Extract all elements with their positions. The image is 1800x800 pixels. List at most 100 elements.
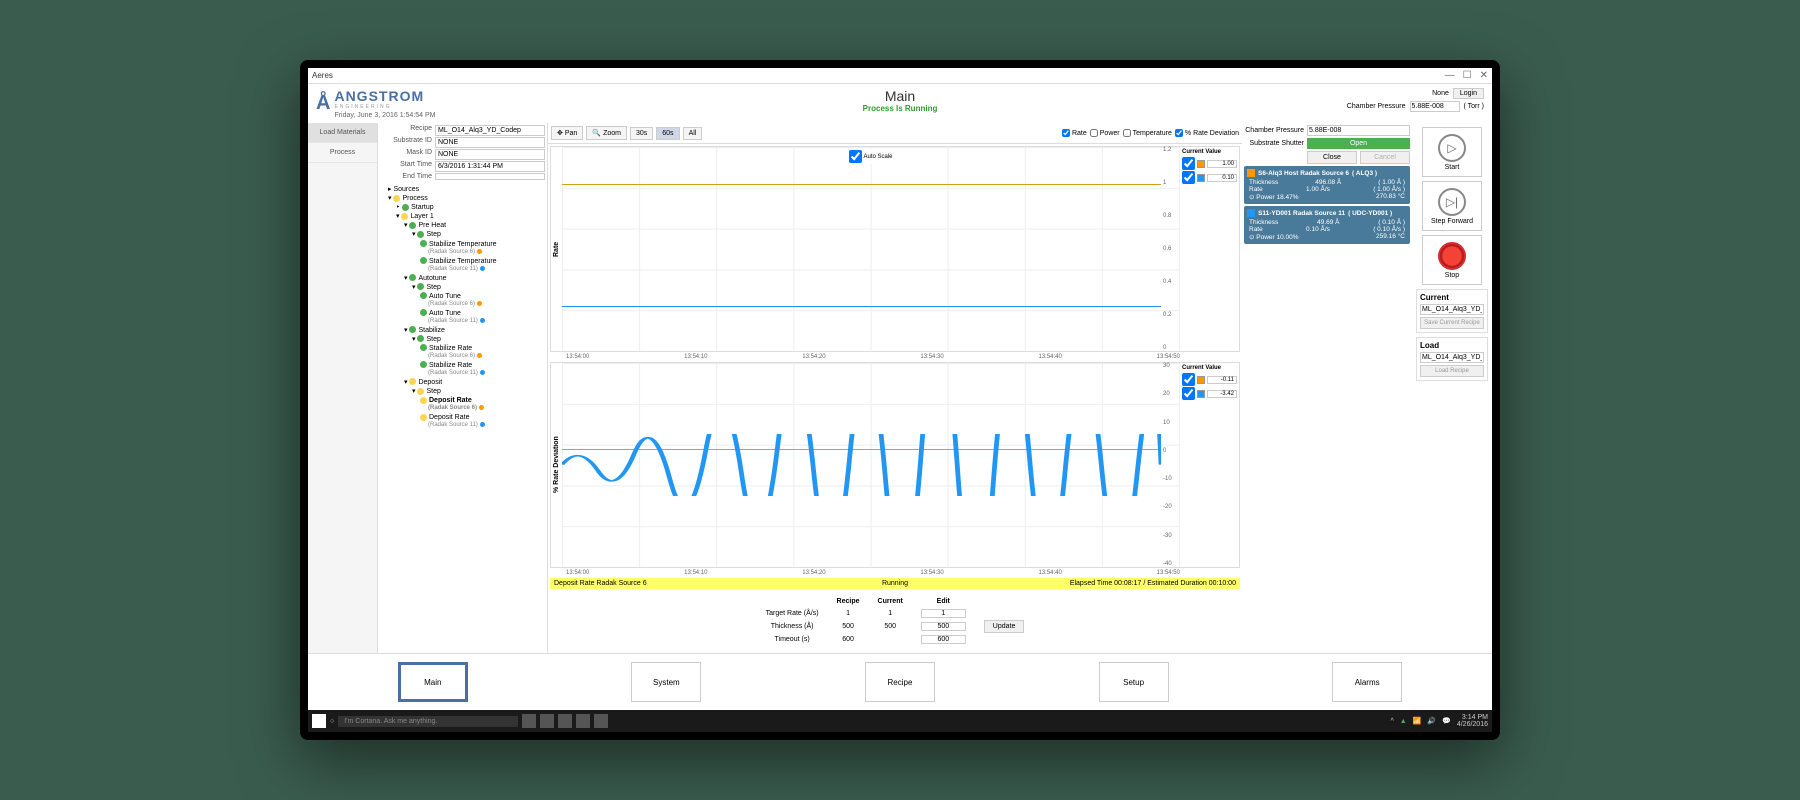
source-card-s11[interactable]: S11-YD001 Radak Source 11 ( UDC-YD001 ) … [1244, 206, 1410, 244]
end-time-value [435, 173, 545, 180]
login-button[interactable]: Login [1453, 88, 1484, 99]
thickness-input[interactable] [921, 622, 966, 631]
swatch-icon [1197, 174, 1205, 182]
status-strip: Deposit Rate Radak Source 6 Running Elap… [550, 578, 1240, 589]
pan-button[interactable]: ✥Pan [551, 126, 583, 140]
current-recipe-panel: Current Save Current Recipe [1416, 289, 1488, 333]
deviation-ylabel: % Rate Deviation [551, 363, 562, 567]
save-recipe-button[interactable]: Save Current Recipe [1420, 317, 1484, 329]
range-all-button[interactable]: All [683, 127, 703, 140]
tray-notification-icon[interactable]: 💬 [1442, 717, 1451, 725]
status-left: Deposit Rate Radak Source 6 [554, 580, 781, 587]
mask-id-label: Mask ID [380, 149, 435, 160]
taskbar-app-icon[interactable] [558, 714, 572, 728]
taskbar-app-icon[interactable] [522, 714, 536, 728]
autoscale-toggle[interactable]: Auto Scale [845, 149, 895, 164]
substrate-shutter-value: Open [1307, 138, 1410, 149]
tab-alarms[interactable]: Alarms [1332, 662, 1402, 702]
tray-network-icon[interactable]: 📶 [1413, 717, 1422, 725]
deviation-xticks: 13:54:0013:54:1013:54:2013:54:3013:54:40… [550, 570, 1240, 576]
left-nav: Load Materials Process [308, 123, 378, 653]
rate-xticks: 13:54:0013:54:1013:54:2013:54:3013:54:40… [550, 354, 1240, 360]
rate-ylabel: Rate [551, 147, 562, 351]
swatch-icon [1197, 390, 1205, 398]
process-tree[interactable]: ▸ Sources ▾ Process ‣ Startup ▾ Layer 1 … [378, 183, 547, 653]
load-recipe-panel: Load Load Recipe [1416, 337, 1488, 381]
shutter-close-button[interactable]: Close [1307, 151, 1357, 164]
brand-date: Friday, June 3, 2016 1:54:54 PM [334, 112, 435, 119]
pan-icon: ✥ [557, 129, 563, 137]
taskbar-app-icon[interactable] [576, 714, 590, 728]
tab-system[interactable]: System [631, 662, 701, 702]
brand-name: ANGSTROM [334, 88, 435, 104]
taskbar-app-icon[interactable] [594, 714, 608, 728]
maximize-icon[interactable]: ☐ [1463, 70, 1472, 81]
range-30s-button[interactable]: 30s [630, 127, 653, 140]
step-forward-icon: ▷| [1438, 188, 1466, 216]
load-recipe-select[interactable] [1420, 352, 1484, 363]
stop-icon [1438, 242, 1466, 270]
status-mid: Running [781, 580, 1008, 587]
timeout-input[interactable] [921, 635, 966, 644]
mask-id-value[interactable]: NONE [435, 149, 545, 160]
temperature-checkbox[interactable]: Temperature [1123, 129, 1172, 137]
taskbar-date[interactable]: 4/26/2016 [1457, 721, 1488, 728]
stop-button[interactable]: Stop [1422, 235, 1482, 285]
zoom-button[interactable]: 🔍Zoom [586, 126, 627, 140]
windows-start-icon[interactable] [312, 714, 326, 728]
tray-icon[interactable]: ▲ [1400, 718, 1407, 725]
recipe-value[interactable]: ML_O14_Alq3_YD_Codep [435, 125, 545, 136]
shutter-cancel-button[interactable]: Cancel [1360, 151, 1410, 164]
update-button[interactable]: Update [984, 620, 1025, 633]
play-icon: ▷ [1438, 134, 1466, 162]
tab-main[interactable]: Main [398, 662, 468, 702]
page-title: Main [863, 88, 938, 104]
series-s11-line [562, 306, 1161, 307]
power-checkbox[interactable]: Power [1090, 129, 1120, 137]
tray-volume-icon[interactable]: 🔊 [1427, 717, 1436, 725]
header-pressure-unit: ( Torr ) [1464, 103, 1484, 110]
substrate-id-label: Substrate ID [380, 137, 435, 148]
load-recipe-button[interactable]: Load Recipe [1420, 365, 1484, 377]
substrate-shutter-label: Substrate Shutter [1244, 140, 1304, 147]
current-recipe-field [1420, 304, 1484, 315]
step-forward-button[interactable]: ▷|Step Forward [1422, 181, 1482, 231]
close-icon[interactable]: ✕ [1480, 70, 1488, 81]
status-right: Elapsed Time 00:08:17 / Estimated Durati… [1009, 580, 1236, 587]
rate-legend: Current Value 1.00 0.10 [1179, 147, 1239, 351]
source-card-s6[interactable]: S6-Alq3 Host Radak Source 6 ( ALQ3 ) Thi… [1244, 166, 1410, 204]
cortana-search[interactable]: I'm Cortana. Ask me anything. [338, 716, 518, 727]
start-time-label: Start Time [380, 161, 435, 172]
nav-process[interactable]: Process [308, 143, 377, 163]
tab-recipe[interactable]: Recipe [865, 662, 935, 702]
swatch-icon [1197, 160, 1205, 168]
taskbar-app-icon[interactable] [540, 714, 554, 728]
swatch-icon [1247, 169, 1255, 177]
nav-load-materials[interactable]: Load Materials [308, 123, 377, 143]
process-status: Process Is Running [863, 104, 938, 113]
tab-setup[interactable]: Setup [1099, 662, 1169, 702]
taskbar-time[interactable]: 3:14 PM [1457, 714, 1488, 721]
user-label: None [1432, 90, 1449, 97]
logo-icon: Å [316, 92, 330, 115]
bottom-nav: Main System Recipe Setup Alarms [308, 653, 1492, 710]
chamber-pressure-label: Chamber Pressure [1244, 127, 1304, 134]
series-s6-line [562, 184, 1161, 185]
header-pressure-value [1410, 101, 1460, 112]
tray-up-icon[interactable]: ^ [1390, 718, 1393, 725]
series-s11-line [562, 434, 1161, 495]
windows-taskbar: ○ I'm Cortana. Ask me anything. ^ ▲ 📶 🔊 … [308, 710, 1492, 732]
rate-deviation-checkbox[interactable]: % Rate Deviation [1175, 129, 1239, 137]
deviation-chart: % Rate Deviation 3020100-10-20-30-40 Cur… [550, 362, 1240, 568]
minimize-icon[interactable]: — [1445, 70, 1455, 81]
range-60s-button[interactable]: 60s [656, 127, 679, 140]
recipe-label: Recipe [380, 125, 435, 136]
rate-checkbox[interactable]: Rate [1062, 129, 1087, 137]
cortana-icon[interactable]: ○ [330, 718, 334, 725]
end-time-label: End Time [380, 173, 435, 180]
substrate-id-value[interactable]: NONE [435, 137, 545, 148]
target-rate-input[interactable] [921, 609, 966, 618]
swatch-icon [1197, 376, 1205, 384]
chart-toolbar: ✥Pan 🔍Zoom 30s 60s All Rate Power Temper… [548, 123, 1242, 144]
start-button[interactable]: ▷Start [1422, 127, 1482, 177]
